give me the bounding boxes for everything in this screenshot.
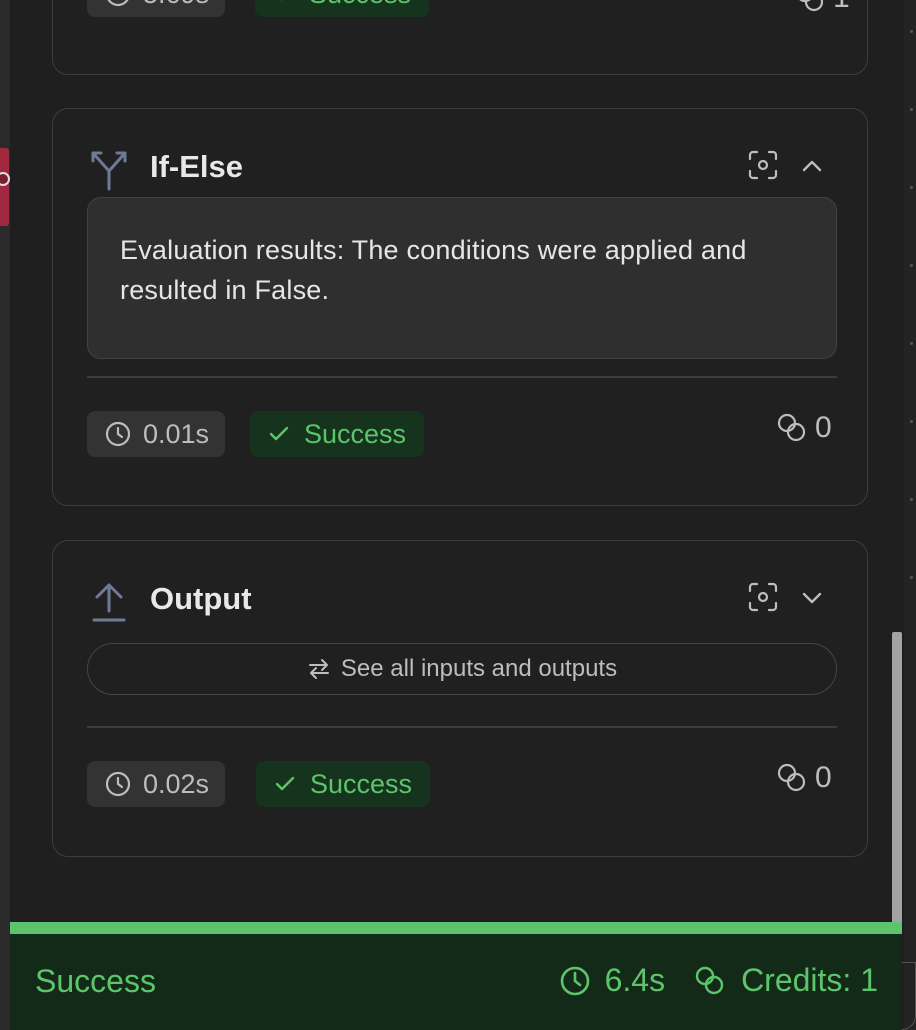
duration-chip: 5.69s — [87, 0, 226, 17]
credits-indicator: 0 — [775, 411, 832, 445]
see-all-io-button[interactable]: See all inputs and outputs — [87, 643, 837, 695]
focus-button[interactable] — [747, 149, 779, 181]
resize-corner — [902, 962, 916, 1030]
focus-icon — [748, 150, 778, 180]
run-summary-footer: Success 6.4s Credits: 1 — [10, 934, 902, 1030]
coins-icon — [695, 966, 724, 994]
evaluation-result: Evaluation results: The conditions were … — [87, 197, 837, 359]
status-text: Success — [304, 418, 407, 449]
status-badge: Success — [255, 0, 430, 17]
credits-value: 0 — [815, 761, 832, 794]
step-title: If-Else — [150, 149, 244, 184]
credits-value: 0 — [815, 411, 832, 444]
credits-value: 1 — [833, 0, 850, 15]
duration-text: 0.01s — [143, 418, 210, 449]
run-stats: 6.4s Credits: 1 — [559, 962, 878, 999]
duration-chip: 0.01s — [87, 411, 226, 457]
clock-icon — [105, 421, 131, 447]
coins-icon — [777, 413, 806, 442]
chevron-up-icon — [802, 160, 822, 172]
see-all-label: See all inputs and outputs — [340, 655, 618, 682]
step-card-output: Output See all inputs and outputs 0.02s … — [52, 540, 868, 857]
coins-icon — [777, 763, 806, 792]
check-icon — [269, 426, 289, 441]
credits-indicator: 0 — [775, 761, 832, 795]
run-status: Success — [35, 963, 156, 999]
run-duration: 6.4s — [604, 962, 666, 998]
check-icon — [275, 776, 295, 791]
step-title: Output — [150, 581, 252, 616]
collapse-button[interactable] — [797, 151, 827, 181]
duration-text: 5.69s — [143, 0, 209, 10]
credits-indicator: 1 — [793, 0, 850, 15]
progress-bar — [10, 922, 902, 934]
duration-text: 0.02s — [143, 768, 210, 799]
step-card-if-else: If-Else Evaluation results: The conditio… — [52, 108, 868, 506]
focus-icon — [748, 582, 778, 612]
coins-icon — [799, 0, 824, 12]
upload-arrow-icon — [92, 583, 126, 622]
status-text: Success — [310, 768, 413, 799]
run-panel: 5.69s Success 1 If-Else Evaluation resul… — [10, 0, 904, 1030]
focus-button[interactable] — [747, 581, 779, 613]
run-credits: Credits: 1 — [741, 962, 878, 998]
check-icon — [280, 0, 282, 1]
clock-icon — [107, 0, 129, 7]
branch-icon — [91, 151, 127, 191]
connector-dot[interactable] — [0, 172, 10, 186]
status-text: Success — [309, 0, 411, 10]
status-badge: Success — [256, 761, 431, 807]
step-card-previous: 5.69s Success 1 — [52, 0, 868, 75]
status-badge: Success — [250, 411, 425, 457]
expand-button[interactable] — [797, 583, 827, 613]
clock-icon — [560, 966, 589, 995]
divider — [87, 726, 837, 728]
clock-icon — [105, 771, 131, 797]
chevron-down-icon — [802, 592, 822, 604]
swap-arrows-icon — [308, 659, 329, 679]
duration-chip: 0.02s — [87, 761, 226, 807]
node-handle[interactable] — [0, 148, 10, 226]
divider — [87, 376, 837, 378]
canvas-edge-right — [904, 0, 916, 1030]
scrollbar-thumb[interactable] — [892, 632, 902, 924]
